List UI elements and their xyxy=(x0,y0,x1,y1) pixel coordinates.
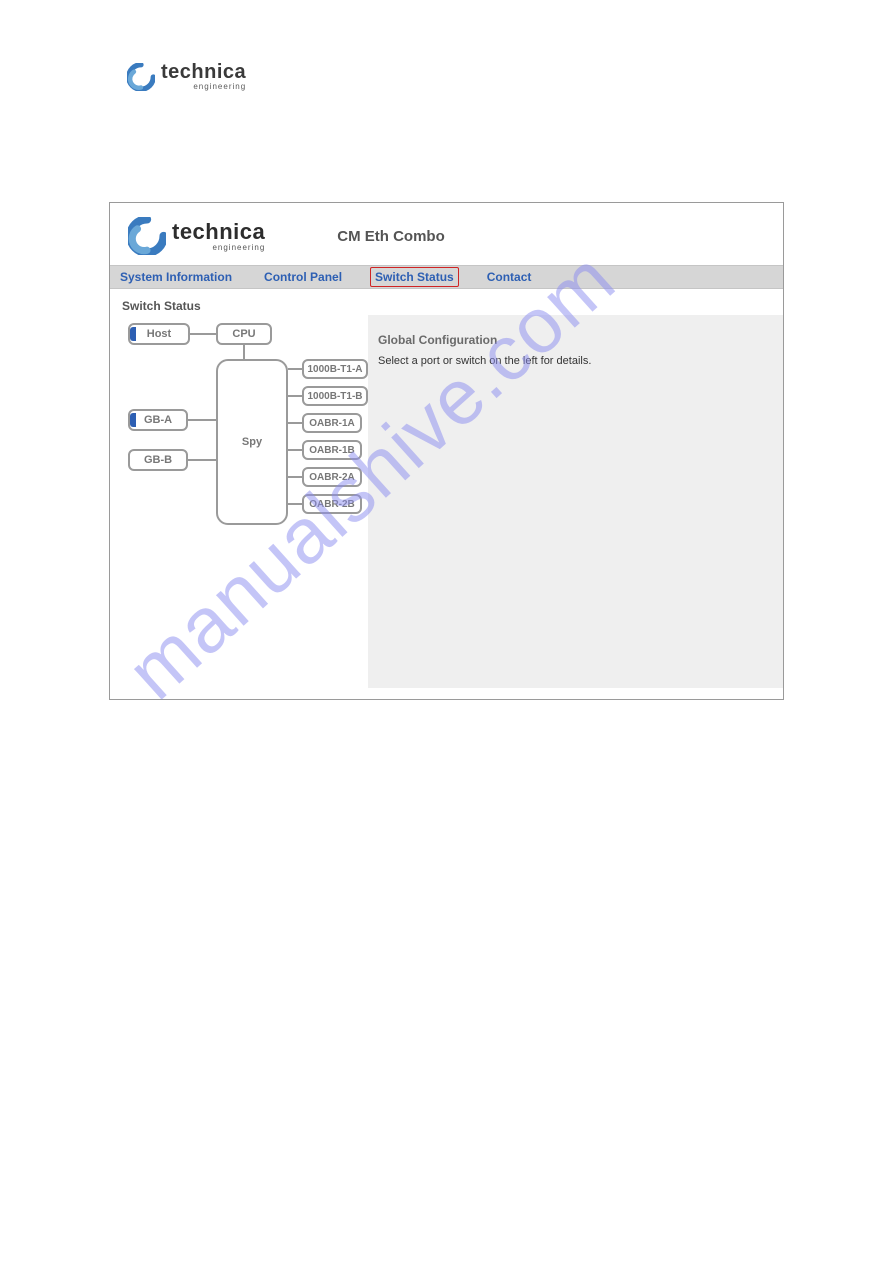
node-label: GB-B xyxy=(144,454,172,466)
wire xyxy=(190,333,216,335)
node-cpu[interactable]: CPU xyxy=(216,323,272,345)
node-label: OABR-1A xyxy=(309,418,355,429)
node-label: GB-A xyxy=(144,414,172,426)
node-gb-a[interactable]: GB-A xyxy=(128,409,188,431)
node-oabr-1a[interactable]: OABR-1A xyxy=(302,413,362,433)
wire xyxy=(288,422,302,424)
node-oabr-2b[interactable]: OABR-2B xyxy=(302,494,362,514)
node-1000b-t1-b[interactable]: 1000B-T1-B xyxy=(302,386,368,406)
wire xyxy=(288,476,302,478)
technica-logo-icon xyxy=(127,63,155,91)
global-configuration-message: Select a port or switch on the left for … xyxy=(378,355,773,367)
wire xyxy=(188,459,216,461)
tab-bar: System Information Control Panel Switch … xyxy=(110,265,783,289)
left-pane: Switch Status Host CPU xyxy=(110,289,368,688)
wire xyxy=(288,395,302,397)
technica-logo-icon xyxy=(128,217,166,255)
node-1000b-t1-a[interactable]: 1000B-T1-A xyxy=(302,359,368,379)
page-logo-subtitle: engineering xyxy=(161,83,246,91)
active-indicator xyxy=(130,327,136,341)
wire xyxy=(288,503,302,505)
wire xyxy=(288,368,302,370)
node-oabr-2a[interactable]: OABR-2A xyxy=(302,467,362,487)
node-label: 1000B-T1-A xyxy=(307,364,362,375)
tab-system-information[interactable]: System Information xyxy=(116,268,236,286)
node-label: OABR-2B xyxy=(309,499,355,510)
tab-control-panel[interactable]: Control Panel xyxy=(260,268,346,286)
page-logo: technica engineering xyxy=(127,62,246,91)
app-logo-brand: technica xyxy=(172,221,265,243)
node-label: OABR-2A xyxy=(309,472,355,483)
wire xyxy=(188,419,216,421)
node-host[interactable]: Host xyxy=(128,323,190,345)
node-spy[interactable]: Spy xyxy=(216,359,288,525)
section-heading-switch-status: Switch Status xyxy=(120,299,362,313)
node-label: OABR-1B xyxy=(309,445,355,456)
tab-contact[interactable]: Contact xyxy=(483,268,536,286)
app-header: technica engineering CM Eth Combo xyxy=(110,203,783,265)
page-logo-brand: technica xyxy=(161,62,246,82)
node-gb-b[interactable]: GB-B xyxy=(128,449,188,471)
wire xyxy=(243,345,245,359)
tab-switch-status[interactable]: Switch Status xyxy=(370,267,459,287)
content-area: Switch Status Host CPU xyxy=(110,289,783,688)
app-title: CM Eth Combo xyxy=(337,228,444,245)
app-logo: technica engineering xyxy=(128,217,265,255)
node-label: Spy xyxy=(242,436,262,448)
node-label: 1000B-T1-B xyxy=(307,391,362,402)
node-label: CPU xyxy=(232,328,255,340)
switch-diagram: Host CPU Spy GB-A GB-B 1000B-T1-A xyxy=(120,323,368,529)
app-logo-subtitle: engineering xyxy=(172,244,265,252)
global-configuration-title: Global Configuration xyxy=(378,333,773,347)
wire xyxy=(288,449,302,451)
right-pane: Global Configuration Select a port or sw… xyxy=(368,315,783,688)
screenshot-frame: technica engineering CM Eth Combo System… xyxy=(109,202,784,700)
node-label: Host xyxy=(147,328,171,340)
node-oabr-1b[interactable]: OABR-1B xyxy=(302,440,362,460)
active-indicator xyxy=(130,413,136,427)
